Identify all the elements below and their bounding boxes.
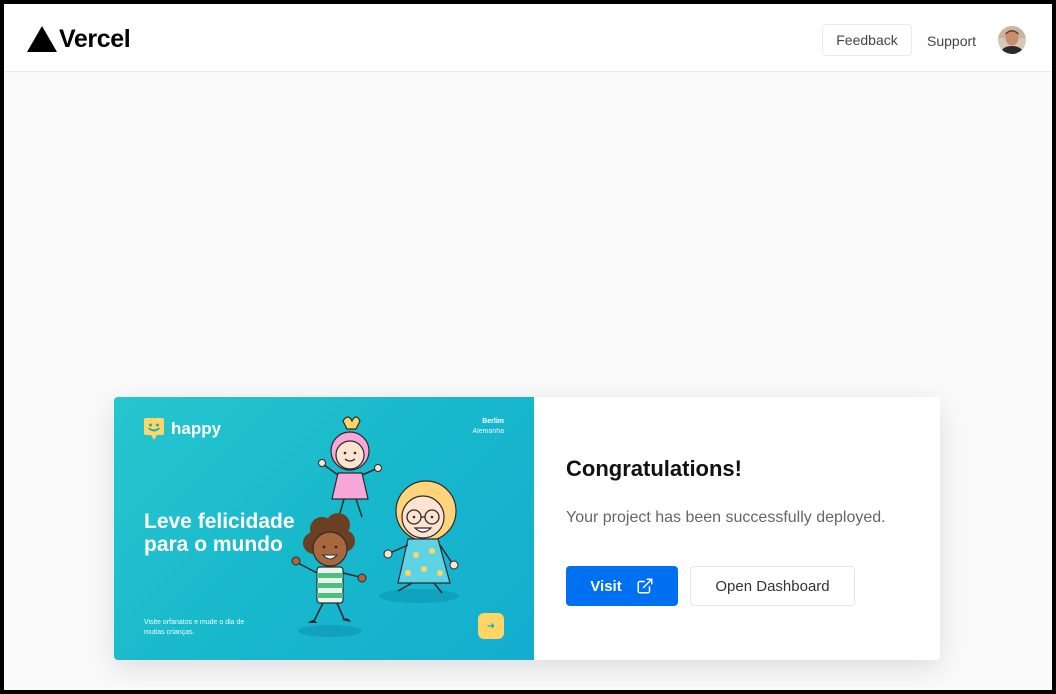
preview-subline: Visite orfanatos e mude o dia de muitas … <box>144 619 245 636</box>
deployment-description: Your project has been successfully deplo… <box>566 509 886 526</box>
feedback-button[interactable]: Feedback <box>822 24 912 56</box>
vercel-logo-text: Vercel <box>59 25 131 53</box>
visit-button[interactable]: Visit <box>566 566 678 606</box>
happy-smiley-icon <box>144 418 164 440</box>
children-illustration <box>291 416 459 637</box>
arrow-right-icon: ➜ <box>486 620 496 632</box>
external-link-icon <box>637 578 653 594</box>
visit-button-label: Visit <box>590 577 622 595</box>
preview-arrow-button[interactable]: ➜ <box>478 613 504 639</box>
user-avatar-image <box>998 26 1026 54</box>
happy-logo: happy <box>143 417 221 441</box>
support-link[interactable]: Support <box>927 32 976 50</box>
happy-brand-name: happy <box>171 419 222 438</box>
app-window: Vercel Feedback Support happy Berlim Ale… <box>4 4 1052 690</box>
preview-headline: Leve felicidade para o mundo <box>144 510 295 556</box>
avatar[interactable] <box>998 26 1026 54</box>
vercel-logo[interactable]: Vercel <box>27 24 131 54</box>
top-header: Vercel Feedback Support <box>4 4 1052 72</box>
open-dashboard-button[interactable]: Open Dashboard <box>690 566 855 606</box>
deployment-card: happy Berlim Alemanha Leve felicidade pa… <box>114 397 940 660</box>
congratulations-title: Congratulations! <box>566 456 742 481</box>
vercel-triangle-icon <box>27 26 57 52</box>
deployment-preview[interactable]: happy Berlim Alemanha Leve felicidade pa… <box>114 397 534 660</box>
